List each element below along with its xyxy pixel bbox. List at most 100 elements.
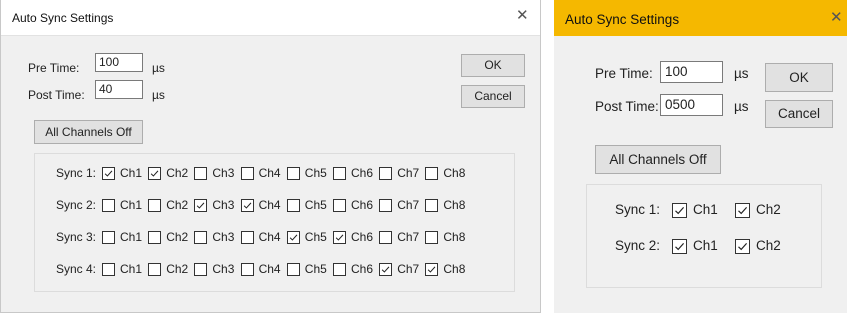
sync-2-ch2-label: Ch2 xyxy=(756,238,781,253)
sync-4-ch6-label: Ch6 xyxy=(351,262,374,276)
sync-4-ch5-checkbox[interactable] xyxy=(286,263,300,276)
sync-3-ch2-checkbox[interactable] xyxy=(148,231,162,244)
sync-3-ch7-label: Ch7 xyxy=(397,230,420,244)
sync-1-ch8-checkbox[interactable] xyxy=(425,167,439,180)
sync-1-ch6-checkbox[interactable] xyxy=(333,167,346,180)
sync-4-ch7-checkbox[interactable] xyxy=(379,263,393,276)
sync-1-ch6-label: Ch6 xyxy=(351,166,374,180)
sync-1-ch3-label: Ch3 xyxy=(212,166,235,180)
sync-2-ch8-checkbox[interactable] xyxy=(425,199,439,212)
checkmark-icon xyxy=(335,234,344,241)
auto-sync-dialog-2ch: Auto Sync Settings ✕ Pre Time: 100 µs Po… xyxy=(554,0,847,313)
sync-3-ch3-checkbox[interactable] xyxy=(194,231,208,244)
sync-4-ch3-checkbox[interactable] xyxy=(194,263,208,276)
sync-2-ch8-label: Ch8 xyxy=(443,198,466,212)
sync-1-label: Sync 1: xyxy=(56,166,97,180)
sync-2-ch1-checkbox[interactable] xyxy=(672,239,687,254)
all-channels-off-button[interactable]: All Channels Off xyxy=(595,145,721,174)
sync-1-ch7-label: Ch7 xyxy=(397,166,420,180)
sync-2-label: Sync 2: xyxy=(56,198,97,212)
sync-2-ch4-label: Ch4 xyxy=(258,198,281,212)
cancel-button[interactable]: Cancel xyxy=(461,85,525,108)
sync-3-ch6-label: Ch6 xyxy=(351,230,374,244)
sync-3-ch5-label: Ch5 xyxy=(304,230,327,244)
sync-3-ch4-label: Ch4 xyxy=(258,230,281,244)
close-icon[interactable]: ✕ xyxy=(830,10,843,26)
sync-3-label: Sync 3: xyxy=(56,230,97,244)
sync-4-label: Sync 4: xyxy=(56,262,97,276)
post-time-unit: µs xyxy=(734,99,749,114)
sync-4-ch4-checkbox[interactable] xyxy=(240,263,254,276)
post-time-unit: µs xyxy=(152,88,165,102)
checkmark-icon xyxy=(428,266,436,273)
sync-4-ch3-label: Ch3 xyxy=(212,262,235,276)
sync-3-ch8-label: Ch8 xyxy=(443,230,466,244)
sync-3-ch6-checkbox[interactable] xyxy=(333,231,346,244)
sync-2-ch2-checkbox[interactable] xyxy=(735,239,750,254)
ok-button[interactable]: OK xyxy=(765,63,833,92)
close-icon[interactable]: ✕ xyxy=(516,8,529,24)
checkmark-icon xyxy=(150,170,159,177)
sync-4-ch8-checkbox[interactable] xyxy=(425,263,439,276)
checkmark-icon xyxy=(675,242,685,251)
sync-2-ch5-label: Ch5 xyxy=(304,198,327,212)
pre-time-label: Pre Time: xyxy=(595,66,653,81)
sync-1-ch5-checkbox[interactable] xyxy=(286,167,300,180)
checkmark-icon xyxy=(738,206,748,215)
title-bar[interactable]: Auto Sync Settings ✕ xyxy=(1,0,540,36)
checkmark-icon xyxy=(104,170,113,177)
sync-4-ch7-label: Ch7 xyxy=(397,262,420,276)
sync-2-ch2-label: Ch2 xyxy=(166,198,189,212)
sync-2-ch6-checkbox[interactable] xyxy=(333,199,346,212)
sync-1-ch5-label: Ch5 xyxy=(304,166,327,180)
sync-3-ch8-checkbox[interactable] xyxy=(425,231,439,244)
sync-1-ch2-checkbox[interactable] xyxy=(735,203,750,218)
sync-2-ch1-checkbox[interactable] xyxy=(102,199,115,212)
sync-4-ch4-label: Ch4 xyxy=(258,262,281,276)
post-time-label: Post Time: xyxy=(28,88,85,102)
sync-3-ch7-checkbox[interactable] xyxy=(379,231,393,244)
sync-1-ch1-label: Ch1 xyxy=(120,166,143,180)
title-bar[interactable]: Auto Sync Settings ✕ xyxy=(554,0,847,36)
ok-button[interactable]: OK xyxy=(461,54,525,77)
cancel-button[interactable]: Cancel xyxy=(765,100,833,128)
sync-1-ch7-checkbox[interactable] xyxy=(379,167,393,180)
sync-4-ch2-checkbox[interactable] xyxy=(148,263,162,276)
pre-time-input[interactable]: 100 xyxy=(95,53,143,72)
sync-1-ch1-checkbox[interactable] xyxy=(672,203,687,218)
sync-4-ch1-checkbox[interactable] xyxy=(102,263,115,276)
sync-1-ch4-checkbox[interactable] xyxy=(240,167,254,180)
sync-1-ch2-label: Ch2 xyxy=(166,166,189,180)
sync-4-ch2-label: Ch2 xyxy=(166,262,189,276)
checkmark-icon xyxy=(738,242,748,251)
sync-3-ch4-checkbox[interactable] xyxy=(240,231,254,244)
sync-3-ch1-checkbox[interactable] xyxy=(102,231,115,244)
checkmark-icon xyxy=(243,202,251,209)
sync-4-ch6-checkbox[interactable] xyxy=(333,263,346,276)
pre-time-unit: µs xyxy=(734,66,749,81)
pre-time-input[interactable]: 100 xyxy=(660,61,723,83)
pre-time-label: Pre Time: xyxy=(28,61,80,75)
sync-2-ch4-checkbox[interactable] xyxy=(240,199,254,212)
post-time-input[interactable]: 40 xyxy=(95,80,143,99)
all-channels-off-button[interactable]: All Channels Off xyxy=(34,120,143,144)
sync-2-label: Sync 2: xyxy=(615,238,661,253)
sync-1-ch1-checkbox[interactable] xyxy=(102,167,115,180)
sync-4-ch1-label: Ch1 xyxy=(120,262,143,276)
sync-2-ch5-checkbox[interactable] xyxy=(286,199,300,212)
sync-2-ch7-label: Ch7 xyxy=(397,198,420,212)
sync-2-ch2-checkbox[interactable] xyxy=(148,199,162,212)
sync-1-ch2-checkbox[interactable] xyxy=(148,167,162,180)
sync-1-ch2-label: Ch2 xyxy=(756,202,781,217)
sync-3-ch3-label: Ch3 xyxy=(212,230,235,244)
sync-2-ch7-checkbox[interactable] xyxy=(379,199,393,212)
sync-3-ch5-checkbox[interactable] xyxy=(286,231,300,244)
sync-2-ch3-checkbox[interactable] xyxy=(194,199,208,212)
sync-1-ch3-checkbox[interactable] xyxy=(194,167,208,180)
post-time-input[interactable]: 0500 xyxy=(660,94,723,116)
sync-1-ch1-label: Ch1 xyxy=(693,202,718,217)
checkmark-icon xyxy=(289,234,298,241)
sync-4-ch8-label: Ch8 xyxy=(443,262,466,276)
sync-4-ch5-label: Ch5 xyxy=(304,262,327,276)
sync-2-ch1-label: Ch1 xyxy=(120,198,143,212)
